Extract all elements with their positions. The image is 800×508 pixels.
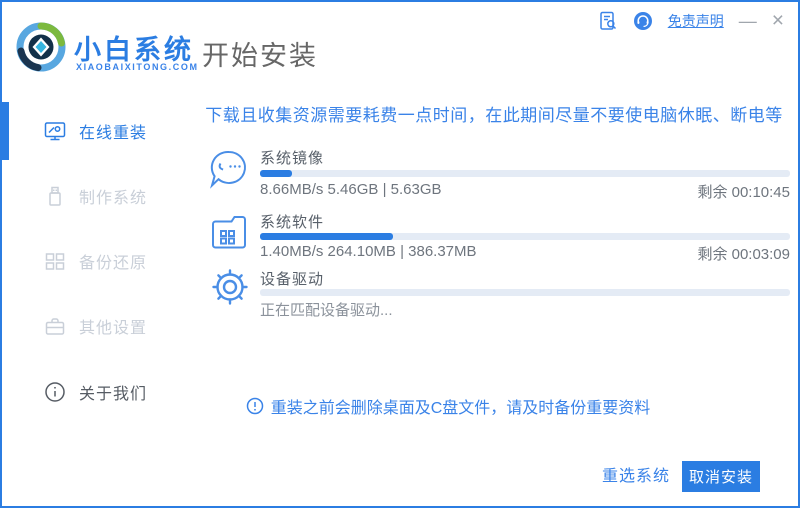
reselect-system-button[interactable]: 重选系统	[598, 462, 674, 492]
task-status-text: 正在匹配设备驱动...	[260, 302, 393, 319]
monitor-reinstall-icon	[44, 122, 66, 141]
task-title: 系统镜像	[260, 150, 325, 167]
page-title: 开始安装	[202, 41, 318, 71]
progress-fill	[260, 170, 292, 177]
backup-notice: 重装之前会删除桌面及C盘文件，请及时备份重要资料	[198, 394, 698, 418]
sidebar-item-make-system[interactable]: 制作系统	[2, 179, 192, 213]
sidebar-item-about-us[interactable]: 关于我们	[2, 375, 192, 409]
warning-banner: 下载且收集资源需要耗费一点时间，在此期间尽量不要使电脑休眠、断电等	[205, 106, 783, 125]
minimize-button[interactable]: —	[739, 11, 757, 31]
progress-fill	[260, 233, 393, 240]
titlebar-controls: 免责声明 — ×	[598, 10, 784, 32]
disclaimer-link[interactable]: 免责声明	[668, 11, 724, 31]
sidebar-item-label: 在线重装	[79, 125, 148, 142]
progress-track	[260, 233, 790, 240]
backup-notice-text: 重装之前会删除桌面及C盘文件，请及时备份重要资料	[270, 400, 651, 417]
task-stats-row: 8.66MB/s 5.46GB | 5.63GB 剩余 00:10:45	[260, 181, 790, 202]
doc-search-icon[interactable]	[598, 11, 618, 31]
progress-track	[260, 289, 790, 296]
sidebar-item-backup-restore[interactable]: 备份还原	[2, 244, 192, 278]
usb-drive-icon	[49, 186, 61, 206]
app-window: 小白系统 XIAOBAIXITONG.COM 开始安装 免责声明 — × 在线重…	[0, 0, 800, 508]
sidebar-item-label: 备份还原	[79, 255, 148, 272]
gear-icon	[212, 269, 248, 305]
sidebar-item-online-reinstall[interactable]: 在线重装	[2, 114, 192, 148]
sidebar-item-other-settings[interactable]: 其他设置	[2, 309, 192, 343]
support-headset-icon[interactable]	[633, 11, 653, 31]
toolbox-icon	[45, 318, 65, 335]
task-stats-row: 1.40MB/s 264.10MB | 386.37MB 剩余 00:03:09	[260, 243, 790, 264]
backup-grid-icon	[45, 253, 65, 270]
task-title: 设备驱动	[260, 271, 325, 288]
folder-apps-icon	[212, 216, 246, 249]
close-button[interactable]: ×	[772, 10, 784, 31]
alert-circle-icon	[246, 397, 263, 415]
task-title: 系统软件	[260, 214, 325, 231]
task-remaining-time: 剩余 00:03:09	[697, 246, 790, 263]
task-speed-size: 8.66MB/s 5.46GB | 5.63GB	[260, 181, 442, 198]
info-circle-icon	[45, 382, 65, 402]
mascot-face-icon	[210, 150, 246, 189]
sidebar-item-label: 关于我们	[79, 386, 148, 403]
brand-domain: XIAOBAIXITONG.COM	[76, 62, 199, 72]
task-speed-size: 1.40MB/s 264.10MB | 386.37MB	[260, 243, 477, 260]
app-logo-icon	[16, 22, 66, 72]
sidebar-item-label: 其他设置	[79, 320, 148, 337]
progress-track	[260, 170, 790, 177]
sidebar-item-label: 制作系统	[79, 190, 148, 207]
cancel-install-button[interactable]: 取消安装	[682, 461, 760, 492]
task-remaining-time: 剩余 00:10:45	[697, 184, 790, 201]
